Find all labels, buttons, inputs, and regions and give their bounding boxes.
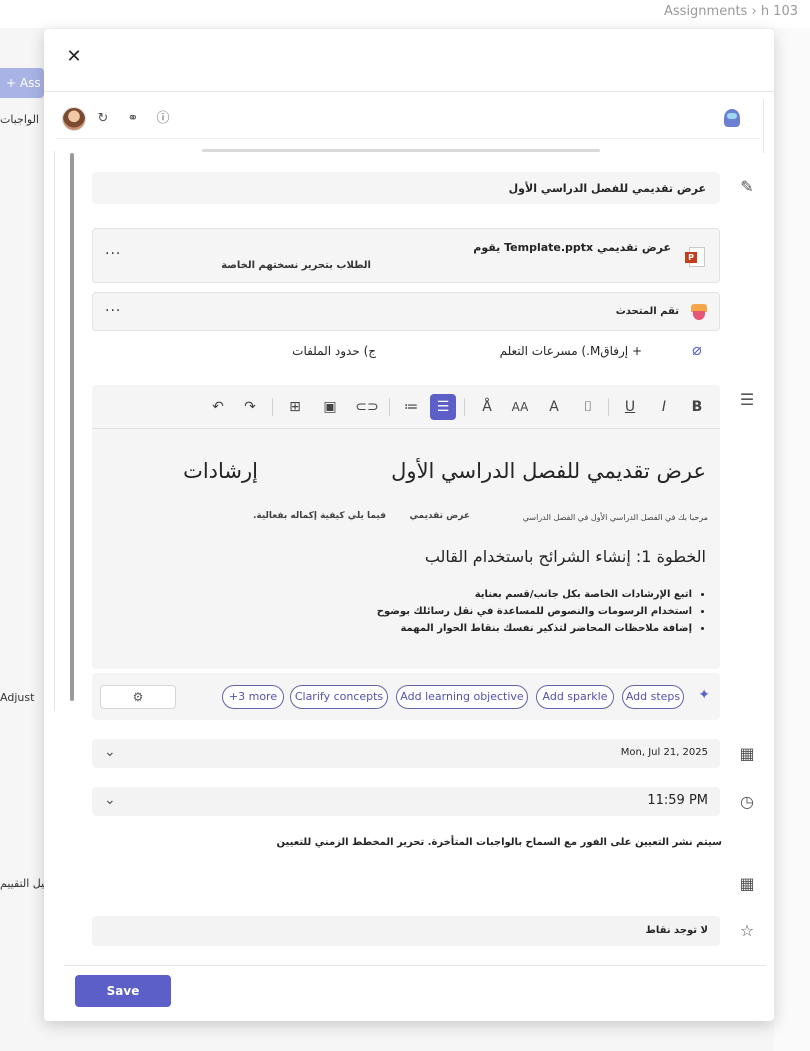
chip-add-sparkle[interactable]: Add sparkle	[536, 685, 614, 709]
italic-icon[interactable]: I	[651, 394, 677, 420]
more-options-icon[interactable]: ···	[105, 303, 121, 319]
sync-icon[interactable]: ↻	[94, 110, 112, 128]
points-field[interactable]: لا توجد نقاط	[92, 916, 720, 946]
filter-icon[interactable]: ⚙	[100, 685, 176, 709]
editor-intro: مرحبا بك في الفصل الدراسي الأول في الفصل…	[522, 513, 708, 522]
underline-icon[interactable]: U	[617, 394, 643, 420]
due-time-value: 11:59 PM	[647, 793, 708, 808]
breadcrumb-class[interactable]: h 103	[761, 4, 798, 19]
editor-toolbar: ↶ ↷ ⊞ ▣ ⊂⊃ ≔ ☰ Å AA A ⌷ U I B	[92, 385, 720, 429]
speaker-coach-name: تقم المتحدث	[615, 306, 679, 317]
text-effects-icon[interactable]: Å	[474, 394, 500, 420]
share-icon[interactable]: ⚭	[124, 110, 142, 128]
ai-suggestions-row: ✦ Add steps Add sparkle Add learning obj…	[92, 673, 720, 720]
toolbar-handle	[202, 149, 600, 152]
instructions-editor[interactable]: ↶ ↷ ⊞ ▣ ⊂⊃ ≔ ☰ Å AA A ⌷ U I B عرض تقديمي…	[92, 385, 720, 669]
undo-icon[interactable]: ↶	[205, 394, 231, 420]
font-color-icon[interactable]: A	[541, 394, 567, 420]
copilot-icon[interactable]	[724, 109, 740, 127]
image-icon[interactable]: ▣	[317, 394, 343, 420]
info-icon[interactable]: ⓘ	[154, 110, 172, 128]
numbered-list-icon[interactable]: ≔	[398, 394, 424, 420]
instructions-icon: ☰	[739, 390, 755, 409]
editor-content[interactable]: عرض تقديمي للفصل الدراسي الأول إرشادات م…	[92, 429, 720, 669]
editor-step-heading: الخطوة 1: إنشاء الشرائح باستخدام القالب	[424, 547, 706, 566]
scrollbar[interactable]	[70, 153, 74, 701]
background-right-column	[774, 28, 810, 1051]
editor-intro-bold: عرض تقديمي	[409, 511, 470, 521]
attachment-card[interactable]: P عرض تقديمي Template.pptx يقوم الطلاب ب…	[92, 228, 720, 283]
link-icon[interactable]: ⊂⊃	[354, 394, 380, 420]
speaker-coach-card[interactable]: تقم المتحدث ···	[92, 292, 720, 331]
calendar-icon: ▦	[739, 744, 755, 763]
bold-icon[interactable]: B	[684, 394, 710, 420]
breadcrumb: Assignments › h 103	[664, 4, 798, 19]
due-date-value: Mon, Jul 21, 2025	[620, 747, 708, 758]
editor-heading-secondary: إرشادات	[183, 459, 258, 483]
background-label-adjust: Adjust	[0, 691, 35, 704]
editor-heading: عرض تقديمي للفصل الدراسي الأول	[391, 459, 706, 483]
add-assignment-button[interactable]: + Ass	[0, 68, 44, 98]
attachment-name: عرض تقديمي Template.pptx يقوم	[473, 241, 671, 254]
panel-divider	[763, 99, 764, 153]
list-item: اتبع الإرشادات الخاصة بكل جانب/قسم بعناي…	[377, 589, 692, 600]
background-header: Assignments › h 103	[0, 0, 810, 28]
chevron-down-icon[interactable]: ⌄	[104, 792, 116, 808]
breadcrumb-current[interactable]: Assignments	[664, 4, 747, 19]
background-label-assignments: الواجبات	[0, 113, 39, 126]
more-options-icon[interactable]: ···	[105, 246, 121, 262]
assignment-dialog: ✕ ↻ ⚭ ⓘ ✎ عرض تقديمي للفصل الدراسي الأول…	[44, 29, 774, 1021]
star-icon: ☆	[739, 921, 755, 940]
file-limits-link[interactable]: ج) حدود الملفات	[292, 344, 376, 358]
header-divider	[44, 91, 774, 92]
due-date-picker[interactable]: Mon, Jul 21, 2025 ⌄	[92, 739, 720, 768]
editor-intro-end: فيما يلي كيفية إكماله بفعالية.	[252, 511, 386, 521]
panel-divider-left	[54, 151, 55, 711]
save-button[interactable]: Save	[75, 975, 171, 1007]
attach-button[interactable]: + إرفاقM.) مسرعات التعلم	[500, 344, 642, 358]
editor-step-list: اتبع الإرشادات الخاصة بكل جانب/قسم بعناي…	[377, 589, 692, 640]
close-icon[interactable]: ✕	[64, 47, 84, 67]
powerpoint-icon: P	[685, 247, 707, 267]
highlight-icon[interactable]: ⌷	[575, 394, 601, 420]
speaker-coach-icon	[691, 304, 707, 320]
title-value: عرض تقديمي للفصل الدراسي الأول	[508, 182, 706, 195]
bullet-list-icon[interactable]: ☰	[430, 394, 456, 420]
clock-icon: ◷	[740, 792, 754, 811]
redo-icon[interactable]: ↷	[237, 394, 263, 420]
due-time-picker[interactable]: 11:59 PM ⌄	[92, 787, 720, 816]
schedule-info-link[interactable]: سيتم نشر التعيين على الفور مع السماح بال…	[277, 837, 722, 848]
list-item: إضافة ملاحظات المحاضر لتذكير نفسك بنقاط …	[377, 623, 692, 634]
pencil-icon: ✎	[740, 177, 754, 196]
chip-add-steps[interactable]: Add steps	[622, 685, 684, 709]
chip-clarify-concepts[interactable]: Clarify concepts	[290, 685, 388, 709]
avatar[interactable]	[62, 107, 86, 131]
chip-add-learning-objective[interactable]: Add learning objective	[396, 685, 528, 709]
font-size-icon[interactable]: AA	[507, 394, 533, 420]
rubric-icon[interactable]: ▦	[736, 873, 758, 895]
chevron-down-icon[interactable]: ⌄	[104, 744, 116, 760]
dialog-toolbar: ↻ ⚭ ⓘ	[56, 101, 760, 139]
points-value: لا توجد نقاط	[645, 925, 708, 936]
list-item: استخدام الرسومات والنصوص للمساعدة في نقل…	[377, 606, 692, 617]
breadcrumb-separator: ›	[751, 4, 757, 19]
table-icon[interactable]: ⊞	[282, 394, 308, 420]
title-input[interactable]: عرض تقديمي للفصل الدراسي الأول	[92, 172, 720, 204]
sparkle-icon: ✦	[698, 687, 710, 703]
chip-more[interactable]: +3 more	[222, 685, 284, 709]
attachment-permission[interactable]: الطلاب بتحرير نسختهم الخاصة	[221, 260, 371, 271]
attach-row: + إرفاقM.) مسرعات التعلم ج) حدود الملفات	[92, 338, 720, 368]
footer-divider	[64, 965, 766, 966]
